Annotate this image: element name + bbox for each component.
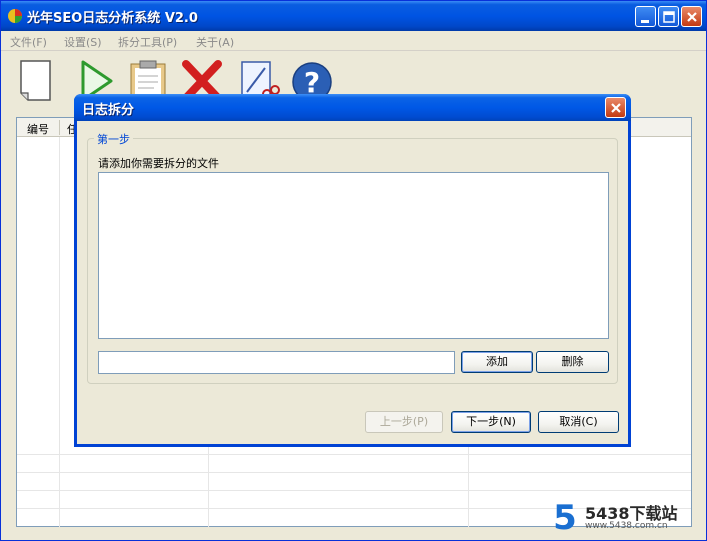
dialog-close-button[interactable] bbox=[605, 97, 626, 118]
cancel-button[interactable]: 取消(C) bbox=[538, 411, 619, 433]
minimize-icon bbox=[641, 20, 649, 23]
grid-line bbox=[17, 454, 691, 455]
menu-split-tools[interactable]: 拆分工具(P) bbox=[118, 34, 177, 50]
delete-button[interactable]: 删除 bbox=[536, 351, 609, 373]
main-titlebar[interactable]: 光年SEO日志分析系统 V2.0 bbox=[1, 1, 706, 31]
dialog-title: 日志拆分 bbox=[82, 103, 135, 118]
menu-file[interactable]: 文件(F) bbox=[10, 34, 47, 50]
watermark: 5 5438下载站 www.5438.com.cn bbox=[551, 499, 701, 535]
grid-line bbox=[17, 472, 691, 473]
file-list[interactable] bbox=[98, 172, 609, 339]
window-title: 光年SEO日志分析系统 V2.0 bbox=[27, 11, 198, 26]
app-icon bbox=[8, 9, 22, 23]
minimize-button[interactable] bbox=[635, 6, 656, 27]
maximize-button[interactable] bbox=[658, 6, 679, 27]
dialog-titlebar[interactable]: 日志拆分 bbox=[74, 94, 631, 121]
step-group: 第一步 请添加你需要拆分的文件 添加 删除 bbox=[87, 131, 618, 384]
file-path-input[interactable] bbox=[98, 351, 455, 374]
previous-step-button[interactable]: 上一步(P) bbox=[365, 411, 443, 433]
close-button[interactable] bbox=[681, 6, 702, 27]
next-step-button[interactable]: 下一步(N) bbox=[451, 411, 531, 433]
menu-about[interactable]: 关于(A) bbox=[196, 34, 234, 50]
column-header-number[interactable]: 编号 bbox=[27, 121, 49, 137]
menu-settings[interactable]: 设置(S) bbox=[64, 34, 102, 50]
watermark-number: 5 bbox=[553, 499, 577, 533]
add-files-prompt: 请添加你需要拆分的文件 bbox=[98, 157, 219, 170]
split-log-dialog: 日志拆分 第一步 请添加你需要拆分的文件 添加 删除 上一步(P) 下一步(N)… bbox=[74, 94, 631, 447]
grid-line bbox=[59, 137, 60, 527]
new-document-icon[interactable] bbox=[16, 58, 60, 104]
grid-line bbox=[17, 490, 691, 491]
close-icon bbox=[611, 103, 621, 113]
group-label: 第一步 bbox=[94, 131, 133, 147]
watermark-logo: 5 bbox=[553, 499, 577, 533]
menu-bar: 文件(F) 设置(S) 拆分工具(P) 关于(A) bbox=[1, 31, 706, 51]
column-separator[interactable] bbox=[59, 120, 60, 135]
watermark-url: www.5438.com.cn bbox=[585, 521, 668, 531]
maximize-icon bbox=[663, 11, 675, 23]
add-button[interactable]: 添加 bbox=[461, 351, 533, 373]
close-icon bbox=[687, 12, 697, 22]
